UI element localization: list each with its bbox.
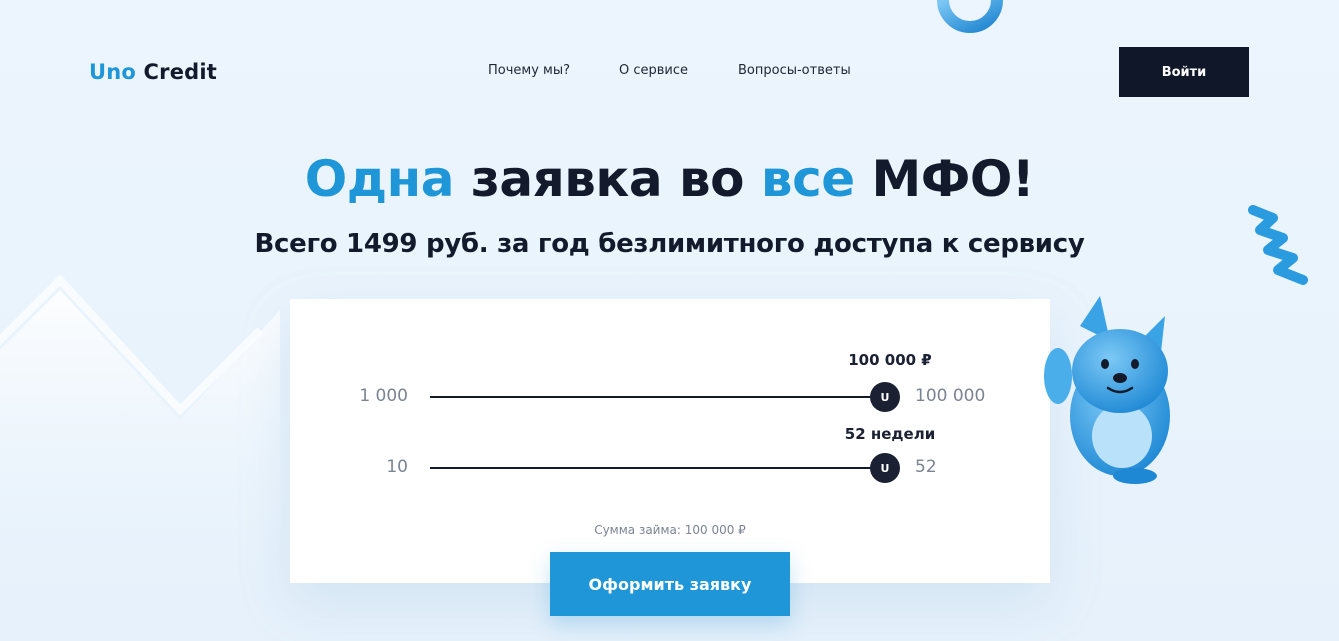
logo[interactable]: Uno Credit: [89, 60, 217, 84]
headline-word-4: МФО!: [871, 150, 1035, 208]
ring-decoration: [937, 0, 1003, 33]
term-max: 52: [915, 457, 937, 477]
headline-word-3: все: [760, 150, 855, 208]
term-min: 10: [386, 457, 408, 477]
nav-about-service[interactable]: О сервисе: [619, 63, 688, 78]
submit-application-button[interactable]: Оформить заявку: [550, 552, 790, 616]
logo-credit: Credit: [143, 60, 218, 84]
headline-word-1: Одна: [304, 150, 455, 208]
page-subtitle: Всего 1499 руб. за год безлимитного дост…: [254, 229, 1085, 259]
amount-slider-track[interactable]: [430, 396, 885, 398]
term-value: 52 недели: [844, 425, 936, 443]
amount-max: 100 000: [915, 386, 986, 406]
loan-calculator: 100 000 ₽ 1 000 U 100 000 52 недели 10 U…: [290, 299, 1050, 583]
term-slider: 10 U 52: [290, 453, 1050, 497]
landing-page: Uno Credit Почему мы? О сервисе Вопросы-…: [0, 0, 1339, 641]
page-title: Одна заявка во все МФО!: [0, 150, 1339, 208]
login-button[interactable]: Войти: [1119, 47, 1249, 97]
amount-slider-thumb[interactable]: U: [870, 382, 900, 412]
cat-mascot-illustration: [1044, 296, 1170, 484]
nav-faq[interactable]: Вопросы-ответы: [738, 63, 851, 78]
loan-sum-text: Сумма займа: 100 000 ₽: [594, 523, 746, 537]
term-slider-track[interactable]: [430, 467, 885, 469]
logo-uno: Uno: [89, 60, 137, 84]
headline-word-2: заявка во: [470, 150, 745, 208]
nav-why-us[interactable]: Почему мы?: [488, 63, 570, 78]
amount-value: 100 000 ₽: [848, 351, 932, 369]
amount-slider: 1 000 U 100 000: [290, 382, 1050, 426]
term-slider-thumb[interactable]: U: [870, 453, 900, 483]
amount-min: 1 000: [359, 386, 408, 406]
mountain-decoration: [0, 274, 280, 610]
